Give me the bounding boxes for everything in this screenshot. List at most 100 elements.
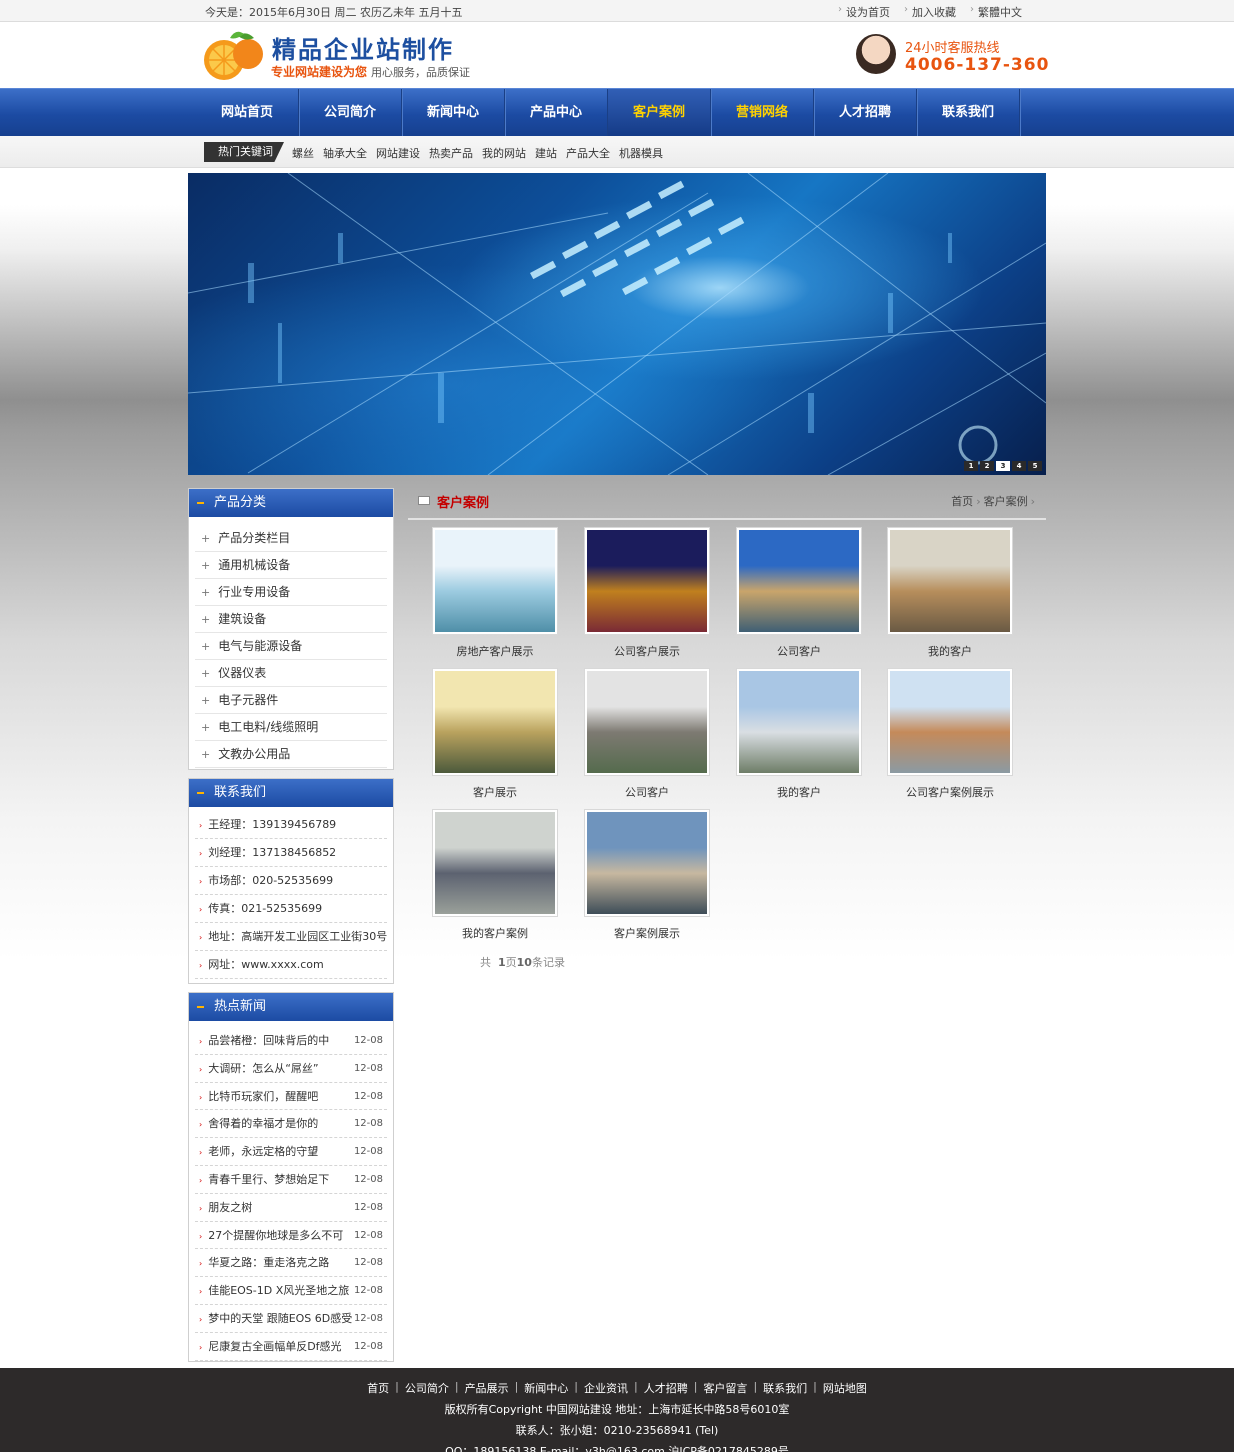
case-caption[interactable]: 客户展示 bbox=[432, 784, 558, 800]
news-item[interactable]: › 华夏之路：重走洛克之路 12-08 bbox=[195, 1249, 387, 1278]
category-item[interactable]: + 通用机械设备 bbox=[195, 552, 387, 579]
case-thumbnail[interactable] bbox=[584, 527, 710, 635]
keyword-link[interactable]: 轴承大全 bbox=[323, 145, 367, 161]
arrow-right-icon: › bbox=[199, 1203, 203, 1213]
nav-item-marketing[interactable]: 营销网络 bbox=[711, 89, 814, 137]
nav-item-cases[interactable]: 客户案例 bbox=[608, 89, 711, 137]
nav-item-jobs[interactable]: 人才招聘 bbox=[814, 89, 917, 137]
category-item[interactable]: + 文教办公用品 bbox=[195, 741, 387, 768]
news-item[interactable]: › 品尝褚橙：回味背后的中 12-08 bbox=[195, 1027, 387, 1055]
set-homepage-link[interactable]: 设为首页 bbox=[846, 4, 890, 20]
contact-item: › 地址：高端开发工业园区工业街30号 bbox=[195, 923, 387, 951]
news-item[interactable]: › 大调研：怎么从“屌丝” 12-08 bbox=[195, 1055, 387, 1083]
case-caption[interactable]: 我的客户 bbox=[736, 784, 862, 800]
keyword-link[interactable]: 热卖产品 bbox=[429, 145, 473, 161]
hero-banner[interactable]: 1 2 3 4 5 bbox=[188, 173, 1046, 475]
category-item[interactable]: + 仪器仪表 bbox=[195, 660, 387, 687]
banner-dot[interactable]: 4 bbox=[1012, 461, 1026, 471]
case-card[interactable]: 我的客户案例 bbox=[432, 809, 558, 941]
footer-link[interactable]: 人才招聘 bbox=[644, 1380, 688, 1396]
traditional-chinese-link[interactable]: 繁體中文 bbox=[978, 4, 1022, 20]
keyword-link[interactable]: 建站 bbox=[535, 145, 557, 161]
case-thumbnail[interactable] bbox=[432, 527, 558, 635]
case-thumbnail[interactable] bbox=[887, 668, 1013, 776]
case-image bbox=[587, 812, 707, 914]
add-favorite-link[interactable]: 加入收藏 bbox=[912, 4, 956, 20]
case-card[interactable]: 公司客户 bbox=[736, 527, 862, 659]
case-thumbnail[interactable] bbox=[736, 668, 862, 776]
contact-item[interactable]: › 网址：www.xxxx.com bbox=[195, 951, 387, 979]
news-item[interactable]: › 梦中的天堂 跟随EOS 6D感受 12-08 bbox=[195, 1305, 387, 1333]
footer-link[interactable]: 企业资讯 bbox=[584, 1380, 628, 1396]
banner-dot[interactable]: 5 bbox=[1028, 461, 1042, 471]
keyword-link[interactable]: 机器模具 bbox=[619, 145, 663, 161]
case-card[interactable]: 我的客户 bbox=[736, 668, 862, 800]
category-item[interactable]: + 电子元器件 bbox=[195, 687, 387, 714]
news-item[interactable]: › 尼康复古全画幅单反Df感光 12-08 bbox=[195, 1333, 387, 1361]
orange-logo-icon[interactable] bbox=[200, 28, 266, 82]
case-caption[interactable]: 客户案例展示 bbox=[584, 925, 710, 941]
case-caption[interactable]: 公司客户 bbox=[584, 784, 710, 800]
footer-link[interactable]: 联系我们 bbox=[763, 1380, 807, 1396]
category-item[interactable]: + 建筑设备 bbox=[195, 606, 387, 633]
case-caption[interactable]: 我的客户案例 bbox=[432, 925, 558, 941]
case-thumbnail[interactable] bbox=[584, 668, 710, 776]
footer-qq-email: QQ：189156138 E-mail：v3h@163.com 沪ICP备021… bbox=[445, 1445, 789, 1452]
news-item[interactable]: › 朋友之树 12-08 bbox=[195, 1194, 387, 1222]
footer-link[interactable]: 首页 bbox=[367, 1380, 389, 1396]
case-card[interactable]: 房地产客户展示 bbox=[432, 527, 558, 659]
footer-link[interactable]: 产品展示 bbox=[465, 1380, 509, 1396]
news-item[interactable]: › 佳能EOS-1D X风光圣地之旅 12-08 bbox=[195, 1277, 387, 1305]
nav-item-products[interactable]: 产品中心 bbox=[505, 89, 608, 137]
case-card[interactable]: 公司客户展示 bbox=[584, 527, 710, 659]
case-thumbnail[interactable] bbox=[584, 809, 710, 917]
nav-item-news[interactable]: 新闻中心 bbox=[402, 89, 505, 137]
arrow-right-icon: › bbox=[199, 849, 203, 858]
keyword-link[interactable]: 螺丝 bbox=[292, 145, 314, 161]
news-item[interactable]: › 比特币玩家们，醒醒吧 12-08 bbox=[195, 1083, 387, 1111]
nav-item-home[interactable]: 网站首页 bbox=[196, 89, 299, 137]
keyword-link[interactable]: 产品大全 bbox=[566, 145, 610, 161]
case-thumbnail[interactable] bbox=[887, 527, 1013, 635]
case-thumbnail[interactable] bbox=[432, 668, 558, 776]
category-item[interactable]: + 电工电料/线缆照明 bbox=[195, 714, 387, 741]
banner-dot-active[interactable]: 3 bbox=[996, 461, 1010, 471]
footer-link[interactable]: 网站地图 bbox=[823, 1380, 867, 1396]
category-item[interactable]: + 电气与能源设备 bbox=[195, 633, 387, 660]
case-card[interactable]: 公司客户案例展示 bbox=[887, 668, 1013, 800]
case-card[interactable]: 客户案例展示 bbox=[584, 809, 710, 941]
case-thumbnail[interactable] bbox=[432, 809, 558, 917]
case-image bbox=[435, 812, 555, 914]
case-card[interactable]: 客户展示 bbox=[432, 668, 558, 800]
news-item[interactable]: › 老师，永远定格的守望 12-08 bbox=[195, 1138, 387, 1166]
case-caption[interactable]: 我的客户 bbox=[887, 643, 1013, 659]
banner-dot[interactable]: 1 bbox=[964, 461, 978, 471]
breadcrumb-current[interactable]: 客户案例 bbox=[984, 495, 1028, 508]
breadcrumb-home[interactable]: 首页 bbox=[951, 495, 973, 508]
arrow-right-icon: › bbox=[199, 1259, 203, 1269]
logo-slogan-plain: 用心服务，品质保证 bbox=[371, 66, 471, 79]
category-item[interactable]: + 产品分类栏目 bbox=[195, 525, 387, 552]
nav-item-about[interactable]: 公司简介 bbox=[299, 89, 402, 137]
case-caption[interactable]: 房地产客户展示 bbox=[432, 643, 558, 659]
case-card[interactable]: 公司客户 bbox=[584, 668, 710, 800]
footer-link[interactable]: 公司简介 bbox=[405, 1380, 449, 1396]
category-item[interactable]: + 行业专用设备 bbox=[195, 579, 387, 606]
footer-link[interactable]: 客户留言 bbox=[703, 1380, 747, 1396]
case-caption[interactable]: 公司客户展示 bbox=[584, 643, 710, 659]
logo-title[interactable]: 精品企业站制作 bbox=[272, 30, 454, 65]
news-item[interactable]: › 舍得着的幸福才是你的 12-08 bbox=[195, 1110, 387, 1139]
case-card[interactable]: 我的客户 bbox=[887, 527, 1013, 659]
arrow-right-icon: › bbox=[199, 1092, 203, 1102]
nav-item-contact[interactable]: 联系我们 bbox=[917, 89, 1020, 137]
keyword-link[interactable]: 我的网站 bbox=[482, 145, 526, 161]
keyword-link[interactable]: 网站建设 bbox=[376, 145, 420, 161]
news-item[interactable]: › 27个提醒你地球是多么不可 12-08 bbox=[195, 1222, 387, 1250]
banner-dot[interactable]: 2 bbox=[980, 461, 994, 471]
news-item[interactable]: › 青春千里行、梦想始足下 12-08 bbox=[195, 1166, 387, 1194]
case-caption[interactable]: 公司客户案例展示 bbox=[887, 784, 1013, 800]
case-caption[interactable]: 公司客户 bbox=[736, 643, 862, 659]
banner-pagination: 1 2 3 4 5 bbox=[962, 461, 1042, 471]
case-thumbnail[interactable] bbox=[736, 527, 862, 635]
footer-link[interactable]: 新闻中心 bbox=[524, 1380, 568, 1396]
